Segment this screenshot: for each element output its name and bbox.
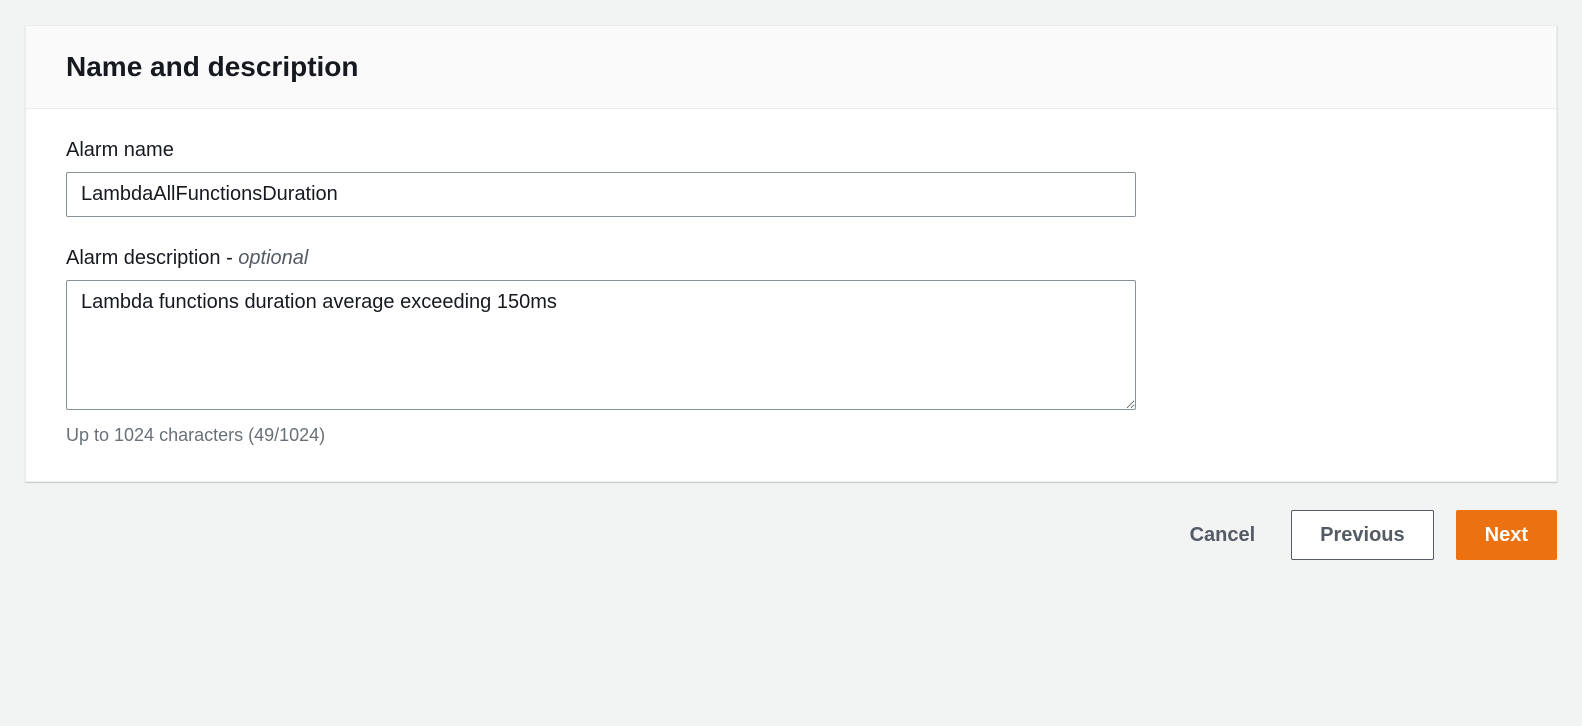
- cancel-button[interactable]: Cancel: [1176, 511, 1270, 559]
- alarm-name-group: Alarm name: [66, 139, 1516, 217]
- alarm-name-label: Alarm name: [66, 139, 1516, 162]
- alarm-description-hint: Up to 1024 characters (49/1024): [66, 425, 1516, 446]
- card-header: Name and description: [26, 26, 1556, 109]
- alarm-description-textarea[interactable]: [66, 280, 1136, 410]
- card-body: Alarm name Alarm description - optional …: [26, 109, 1556, 481]
- next-button[interactable]: Next: [1456, 510, 1557, 560]
- previous-button[interactable]: Previous: [1291, 510, 1433, 560]
- alarm-name-input[interactable]: [66, 172, 1136, 217]
- alarm-description-label-optional: optional: [238, 247, 308, 269]
- name-description-card: Name and description Alarm name Alarm de…: [25, 25, 1557, 482]
- alarm-description-label-sep: -: [221, 247, 239, 269]
- section-title: Name and description: [66, 51, 1516, 83]
- alarm-description-label-main: Alarm description: [66, 247, 221, 269]
- alarm-description-group: Alarm description - optional Up to 1024 …: [66, 247, 1516, 446]
- alarm-description-label: Alarm description - optional: [66, 247, 1516, 270]
- button-bar: Cancel Previous Next: [25, 510, 1557, 560]
